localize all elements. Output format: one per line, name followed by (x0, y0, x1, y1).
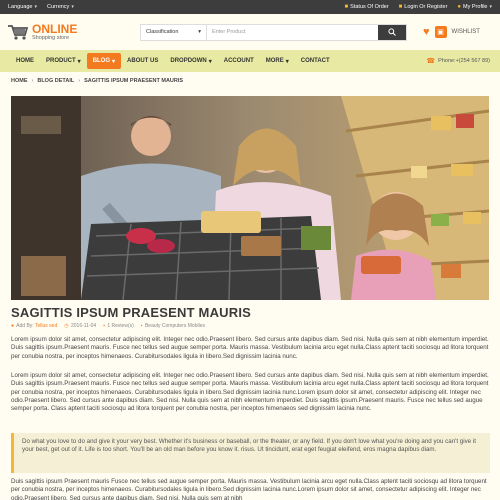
post-category[interactable]: ▪ Beauty Computers Mobiles (141, 323, 205, 329)
author-label: Add By: (16, 323, 34, 329)
search-button[interactable] (378, 24, 406, 40)
nav-item-contact[interactable]: CONTACT (295, 53, 336, 69)
wishlist-link[interactable]: WISHLIST (452, 29, 480, 35)
profile-dropdown[interactable]: ● My Profile ▾ (457, 4, 492, 10)
category-value: Beauty Computers Mobiles (144, 323, 205, 329)
phone-icon: ☎ (426, 58, 436, 65)
breadcrumb-current: SAGITTIS IPSUM PRAESENT MAURIS (84, 78, 184, 84)
breadcrumb-home[interactable]: HOME (11, 78, 28, 84)
chevron-down-icon: ▾ (34, 4, 37, 10)
user-icon: ● (457, 4, 462, 10)
search-bar: Classification ▾ Enter Product (140, 23, 407, 41)
nav-item-dropdown[interactable]: DROPDOWN ▾ (164, 53, 217, 69)
currency-dropdown[interactable]: Currency ▾ (47, 4, 74, 10)
breadcrumb-blog[interactable]: BLOG DETAIL (37, 78, 74, 84)
breadcrumb-separator: › (31, 78, 34, 84)
breadcrumb-separator: › (78, 78, 81, 84)
author-link[interactable]: Tellus sed (35, 323, 57, 329)
post-paragraph: Duis sagittis ipsum Praesent mauris Fusc… (11, 478, 487, 500)
nav-item-about[interactable]: ABOUT US (121, 53, 164, 69)
date-value: 2016-11-04 (70, 323, 97, 329)
post-author: ● Add By: Tellus sed (11, 323, 57, 329)
nav-item-home[interactable]: HOME (10, 53, 40, 69)
lock-icon: ■ (398, 4, 403, 10)
nav-item-account[interactable]: ACCOUNT (218, 53, 260, 69)
post-paragraph: Lorem ipsum dolor sit amet, consectetur … (11, 372, 489, 413)
post-title: SAGITTIS IPSUM PRAESENT MAURIS (11, 305, 252, 320)
truck-icon: ■ (344, 4, 349, 10)
language-dropdown[interactable]: Language ▾ (8, 4, 37, 10)
chevron-down-icon: ▾ (208, 58, 212, 65)
chevron-down-icon: ▾ (77, 58, 81, 65)
chevron-down-icon: ▾ (198, 29, 201, 35)
phone-number: Phone:+(254 567 89) (438, 58, 490, 64)
post-paragraph: Lorem ipsum dolor sit amet, consectetur … (11, 336, 489, 360)
family-shopping-image (11, 96, 489, 300)
logo[interactable]: ONLINE Shopping store (8, 23, 140, 41)
post-date: ◷ 2016-11-04 (64, 323, 96, 329)
user-icon: ● (11, 323, 15, 329)
phone-info: ☎ Phone:+(254 567 89) (426, 57, 490, 65)
chevron-down-icon: ▾ (285, 58, 289, 65)
bag-icon[interactable]: ▣ (434, 26, 447, 38)
login-link[interactable]: ■ Login Or Register (399, 4, 448, 10)
chevron-down-icon: ▾ (112, 58, 116, 65)
login-label: Login Or Register (404, 4, 448, 10)
profile-label: My Profile (463, 4, 488, 10)
chevron-down-icon: ▾ (71, 4, 74, 10)
blog-hero-image (11, 96, 489, 300)
post-reviews[interactable]: ▪ 1 Review(s) (103, 323, 134, 329)
nav-item-more[interactable]: MORE ▾ (260, 53, 295, 69)
nav-item-blog[interactable]: BLOG ▾ (86, 53, 122, 69)
category-value: Classification (146, 29, 179, 35)
comment-icon: ▪ (103, 323, 105, 329)
category-select[interactable]: Classification ▾ (141, 24, 207, 40)
search-icon (388, 28, 396, 36)
search-input[interactable]: Enter Product (207, 29, 378, 35)
nav-item-product[interactable]: PRODUCT ▾ (40, 53, 87, 69)
order-status-link[interactable]: ■ Status Of Order (345, 4, 389, 10)
logo-name: ONLINE (32, 22, 78, 36)
top-bar: Language ▾ Currency ▾ ■ Status Of Order … (0, 0, 500, 14)
heart-icon[interactable]: ♥ (423, 26, 430, 38)
cart-icon (8, 25, 28, 40)
currency-label: Currency (47, 4, 70, 10)
reviews-value: 1 Review(s) (107, 323, 134, 329)
clock-icon: ◷ (64, 323, 69, 329)
chevron-down-icon: ▾ (489, 4, 492, 10)
post-blockquote: Do what you love to do and give it your … (11, 433, 490, 473)
folder-icon: ▪ (140, 323, 143, 329)
header: ONLINE Shopping store Classification ▾ E… (0, 14, 500, 50)
post-meta: ● Add By: Tellus sed ◷ 2016-11-04 ▪ 1 Re… (11, 323, 205, 329)
order-status-label: Status Of Order (350, 4, 389, 10)
breadcrumb: HOME › BLOG DETAIL › SAGITTIS IPSUM PRAE… (0, 72, 500, 90)
main-nav: HOME PRODUCT ▾ BLOG ▾ ABOUT US DROPDOWN ▾ A… (0, 50, 500, 72)
language-label: Language (8, 4, 33, 10)
